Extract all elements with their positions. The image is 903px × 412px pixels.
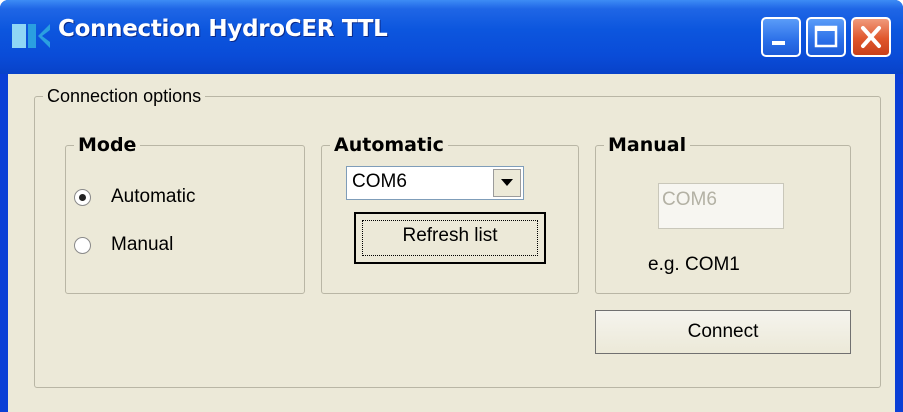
refresh-list-label: Refresh list — [402, 225, 498, 246]
connection-window: Connection HydroCER TTL Connection optio… — [0, 0, 903, 412]
close-icon — [861, 26, 881, 48]
maximize-button[interactable] — [806, 17, 846, 57]
dropdown-button[interactable] — [493, 169, 521, 197]
connect-label: Connect — [687, 321, 759, 342]
automatic-legend: Automatic — [334, 134, 444, 156]
close-button[interactable] — [851, 17, 891, 57]
minimize-button[interactable] — [761, 17, 801, 57]
title-bar[interactable]: Connection HydroCER TTL — [0, 0, 903, 74]
window-title: Connection HydroCER TTL — [58, 16, 388, 42]
manual-port-value: COM6 — [662, 189, 717, 210]
port-select[interactable]: COM6 — [346, 166, 524, 200]
connect-button[interactable]: Connect — [595, 310, 851, 354]
chevron-down-icon — [501, 179, 513, 186]
manual-port-hint: e.g. COM1 — [648, 254, 740, 275]
mode-group: Mode — [65, 134, 305, 294]
connection-options-legend: Connection options — [47, 86, 202, 106]
mode-radio-manual[interactable]: Manual — [74, 234, 173, 256]
mode-radio-automatic[interactable]: Automatic — [74, 186, 195, 208]
mode-legend: Mode — [78, 134, 137, 156]
maximize-icon — [814, 25, 838, 48]
refresh-list-button[interactable]: Refresh list — [354, 212, 546, 264]
mode-radio-manual-label: Manual — [111, 234, 174, 255]
port-select-value: COM6 — [352, 171, 407, 192]
app-logo-icon — [12, 24, 50, 48]
radio-button-checked[interactable] — [74, 188, 91, 206]
manual-legend: Manual — [608, 134, 687, 156]
minimize-icon — [772, 41, 785, 45]
mode-radio-automatic-label: Automatic — [111, 186, 196, 207]
radio-button-unchecked[interactable] — [74, 236, 91, 254]
manual-port-input[interactable]: COM6 — [658, 183, 784, 229]
